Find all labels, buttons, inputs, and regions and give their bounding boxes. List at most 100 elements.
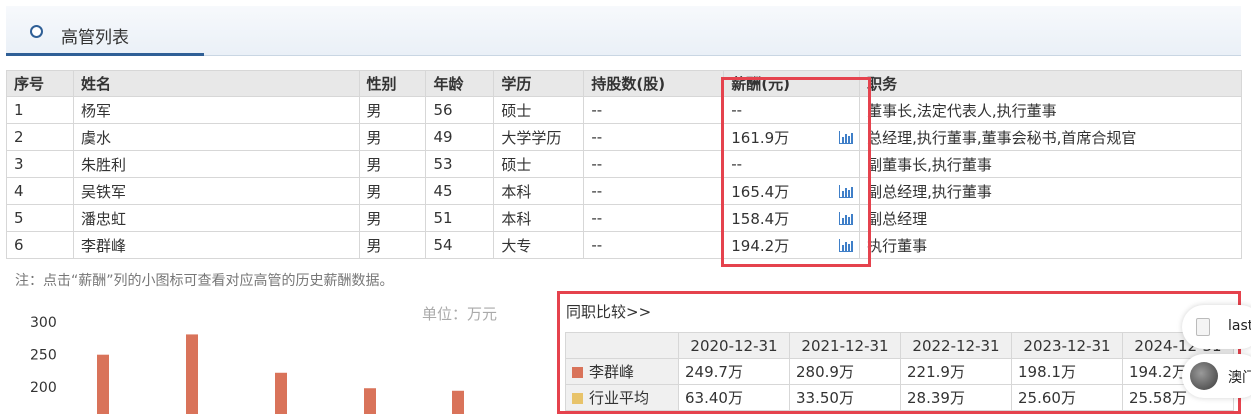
col-header-gender: 性别 xyxy=(358,70,427,97)
circle-bullet-icon xyxy=(30,25,43,38)
cell-shares: -- xyxy=(583,96,725,124)
bar-2021-12-31[interactable] xyxy=(186,334,198,414)
comparison-period: 2023-12-31 xyxy=(1011,332,1123,359)
section-title: 高管列表 xyxy=(61,28,129,48)
cell-position: 副董事长,执行董事 xyxy=(859,150,1242,178)
cell-salary: -- xyxy=(723,150,861,178)
table-row: 2 虞水男 49 大学学历 -- 161.9万 总经理,执行董事,董事会秘书,首席合规官 xyxy=(6,123,1242,151)
cell-education: 本科 xyxy=(493,177,585,205)
salary-value: 158.4万 xyxy=(731,209,790,228)
executives-table: 序号 姓名 性别 年龄 学历 持股数(股) 薪酬(元) 职务 1 杨军男 56 硕士 -… xyxy=(6,70,1242,259)
comparison-row: 行业平均 63.40万 33.50万 28.39万 25.60万 25.58万 xyxy=(565,384,1234,411)
cell-no: 4 xyxy=(6,177,74,205)
floating-widget-2-label: 澳门 xyxy=(1228,370,1251,386)
cell-no: 5 xyxy=(6,204,74,232)
y-tick-label: 300 xyxy=(30,315,57,331)
cell-age: 49 xyxy=(425,123,495,151)
comparison-header-row: 2020-12-31 2021-12-31 2022-12-31 2023-12… xyxy=(565,332,1234,359)
cell-education: 本科 xyxy=(493,204,585,232)
comparison-value: 249.7万 xyxy=(678,358,790,385)
floating-widget-1-label: last xyxy=(1228,318,1251,334)
comparison-period: 2022-12-31 xyxy=(900,332,1012,359)
cell-position: 副总经理 xyxy=(859,204,1242,232)
y-tick-label: 200 xyxy=(30,380,57,396)
cell-name: 朱胜利 xyxy=(72,150,360,178)
legend-swatch xyxy=(572,393,583,404)
col-header-age: 年龄 xyxy=(425,70,495,97)
cell-salary: 165.4万 xyxy=(723,177,861,205)
salary-value: -- xyxy=(731,101,743,119)
cell-name: 吴铁军 xyxy=(72,177,360,205)
cell-salary: 158.4万 xyxy=(723,204,861,232)
cell-education: 大学学历 xyxy=(493,123,585,151)
comparison-table: 2020-12-31 2021-12-31 2022-12-31 2023-12… xyxy=(565,332,1234,411)
col-header-name: 姓名 xyxy=(72,70,360,97)
table-row: 3 朱胜利男 53 硕士 -- -- 副董事长,执行董事 xyxy=(6,150,1242,178)
table-row: 4 吴铁军男 45 本科 -- 165.4万 副总经理,执行董事 xyxy=(6,177,1242,205)
cell-salary: -- xyxy=(723,96,861,124)
section-header: 高管列表 xyxy=(6,6,1241,56)
salary-value: 161.9万 xyxy=(731,128,790,147)
comparison-corner-cell xyxy=(565,332,679,359)
salary-value: -- xyxy=(731,155,743,173)
cell-gender: 男 xyxy=(358,177,427,205)
table-header-row: 序号 姓名 性别 年龄 学历 持股数(股) 薪酬(元) 职务 xyxy=(6,70,1242,97)
cell-age: 56 xyxy=(425,96,495,124)
comparison-value: 198.1万 xyxy=(1011,358,1123,385)
cell-education: 大专 xyxy=(493,231,585,259)
comparison-label: 行业平均 xyxy=(565,384,679,411)
cell-gender: 男 xyxy=(358,96,427,124)
cell-age: 45 xyxy=(425,177,495,205)
legend-swatch xyxy=(572,367,583,378)
comparison-row: 李群峰 249.7万 280.9万 221.9万 198.1万 194.2万 xyxy=(565,358,1234,385)
table-note: 注：点击“薪酬”列的小图标可查看对应高管的历史薪酬数据。 xyxy=(15,273,394,289)
bar-2022-12-31[interactable] xyxy=(275,372,287,414)
cell-shares: -- xyxy=(583,177,725,205)
cell-education: 硕士 xyxy=(493,150,585,178)
table-row: 6 李群峰男 54 大专 -- 194.2万 执行董事 xyxy=(6,231,1242,259)
bar-2023-12-31[interactable] xyxy=(364,388,376,414)
cell-position: 副总经理,执行董事 xyxy=(859,177,1242,205)
comparison-value: 221.9万 xyxy=(900,358,1012,385)
avatar-icon xyxy=(1190,362,1218,390)
table-row: 5 潘忠虹男 51 本科 -- 158.4万 副总经理 xyxy=(6,204,1242,232)
y-tick-label: 250 xyxy=(30,348,57,364)
cell-position: 执行董事 xyxy=(859,231,1242,259)
cell-salary: 161.9万 xyxy=(723,123,861,151)
cell-name: 李群峰 xyxy=(72,231,360,259)
cell-shares: -- xyxy=(583,231,725,259)
chart-unit-label: 单位：万元 xyxy=(422,305,498,323)
col-header-education: 学历 xyxy=(493,70,585,97)
bar-2020-12-31[interactable] xyxy=(97,354,109,414)
comparison-period: 2020-12-31 xyxy=(678,332,790,359)
salary-chart-icon[interactable] xyxy=(839,131,854,144)
cell-education: 硕士 xyxy=(493,96,585,124)
cell-age: 54 xyxy=(425,231,495,259)
cell-gender: 男 xyxy=(358,150,427,178)
comparison-value: 25.60万 xyxy=(1011,384,1123,411)
cell-no: 3 xyxy=(6,150,74,178)
cell-shares: -- xyxy=(583,123,725,151)
cell-gender: 男 xyxy=(358,204,427,232)
salary-chart-icon[interactable] xyxy=(839,212,854,225)
comparison-period: 2021-12-31 xyxy=(789,332,901,359)
comparison-label: 李群峰 xyxy=(565,358,679,385)
cell-no: 1 xyxy=(6,96,74,124)
salary-chart-icon[interactable] xyxy=(839,239,854,252)
comparison-value: 63.40万 xyxy=(678,384,790,411)
cell-salary: 194.2万 xyxy=(723,231,861,259)
header-accent-line xyxy=(6,53,204,56)
col-header-position: 职务 xyxy=(859,70,1242,97)
cell-no: 6 xyxy=(6,231,74,259)
peer-compare-link[interactable]: 同职比较>> xyxy=(566,301,651,322)
comparison-label-text: 行业平均 xyxy=(589,389,650,407)
cell-gender: 男 xyxy=(358,231,427,259)
salary-value: 165.4万 xyxy=(731,182,790,201)
salary-chart-icon[interactable] xyxy=(839,185,854,198)
bar-2024-12-31[interactable] xyxy=(452,390,464,414)
salary-value: 194.2万 xyxy=(731,236,790,255)
document-icon xyxy=(1196,318,1210,336)
col-header-shares: 持股数(股) xyxy=(583,70,725,97)
comparison-value: 28.39万 xyxy=(900,384,1012,411)
cell-name: 潘忠虹 xyxy=(72,204,360,232)
